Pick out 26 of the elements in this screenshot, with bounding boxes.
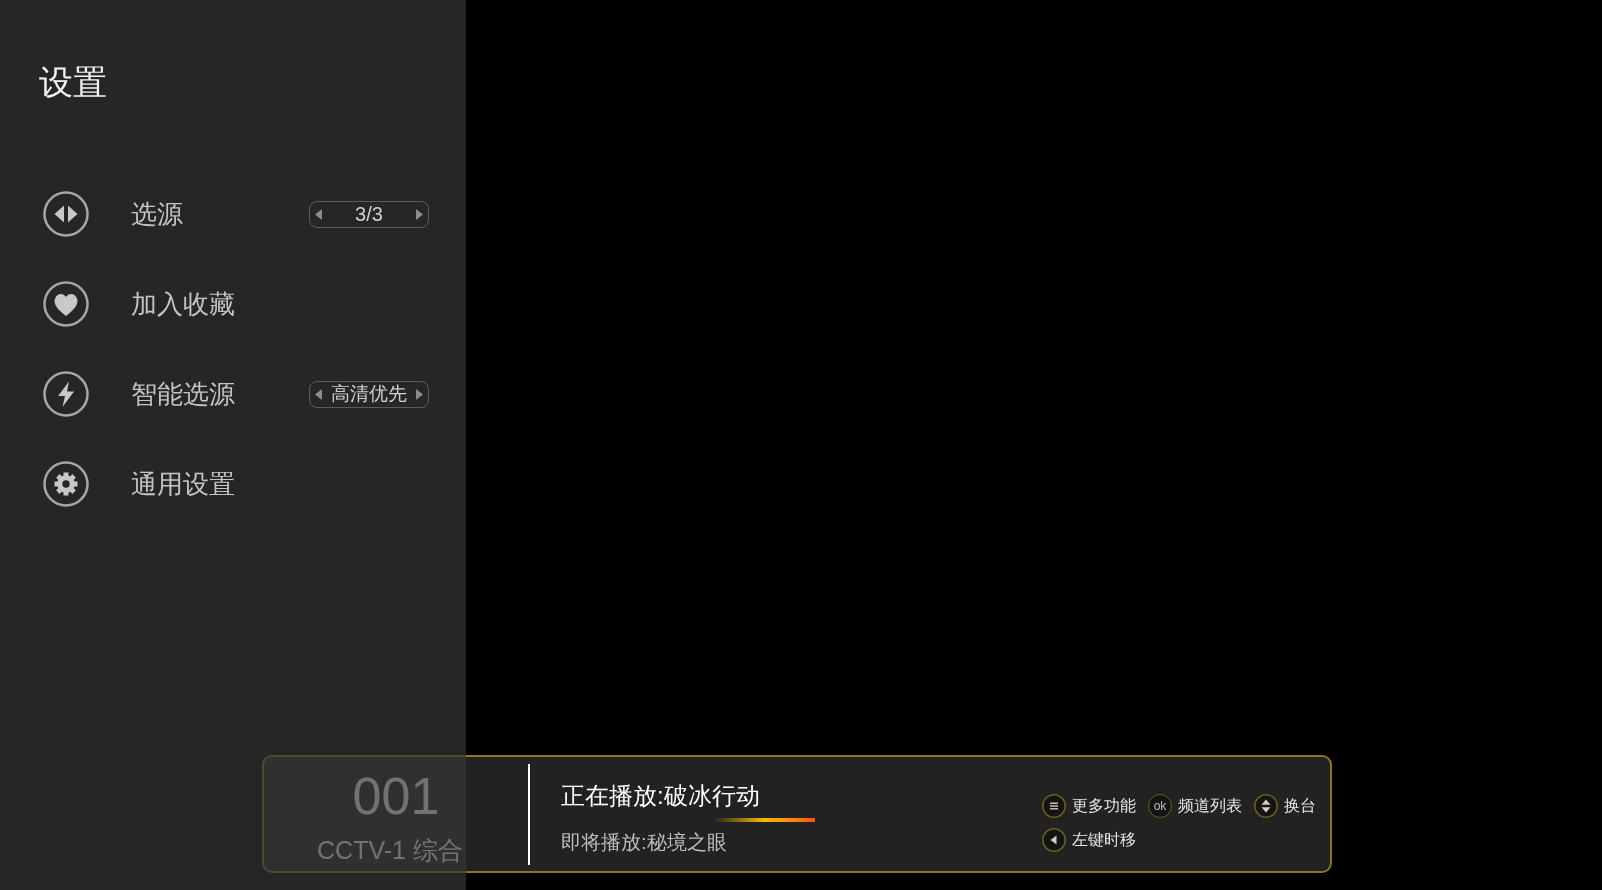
menu-lines-icon [1042, 794, 1066, 818]
up-down-arrows-icon [1254, 794, 1278, 818]
hint-text: 频道列表 [1178, 796, 1242, 816]
ok-key: ok [1148, 794, 1172, 818]
caret-left-icon [315, 388, 322, 400]
settings-title: 设置 [39, 62, 108, 102]
gear-icon [43, 461, 89, 507]
value-selector[interactable]: 3/3 [309, 200, 429, 228]
caret-left-icon [315, 208, 322, 220]
channel-number: 001 [352, 768, 440, 824]
hint-text: 左键时移 [1072, 830, 1136, 850]
hint-text: 更多功能 [1072, 796, 1136, 816]
left-right-arrows-icon [43, 191, 89, 237]
menu-item[interactable]: 智能选源 [43, 371, 235, 417]
now-playing-text: 正在播放:破冰行动 [561, 781, 760, 811]
value-selector[interactable]: 高清优先 [309, 380, 429, 408]
up-next-text: 即将播放:秘境之眼 [561, 830, 727, 855]
channel-name: CCTV-1 综合 [317, 836, 464, 864]
caret-right-icon [416, 388, 423, 400]
menu-item[interactable]: 选源 [43, 191, 183, 237]
hint-text: 换台 [1284, 796, 1316, 816]
menu-item[interactable]: 通用设置 [43, 461, 235, 507]
menu-item[interactable]: 加入收藏 [43, 281, 235, 327]
lightning-icon [43, 371, 89, 417]
caret-right-icon [416, 208, 423, 220]
caret-left-icon [1042, 828, 1066, 852]
